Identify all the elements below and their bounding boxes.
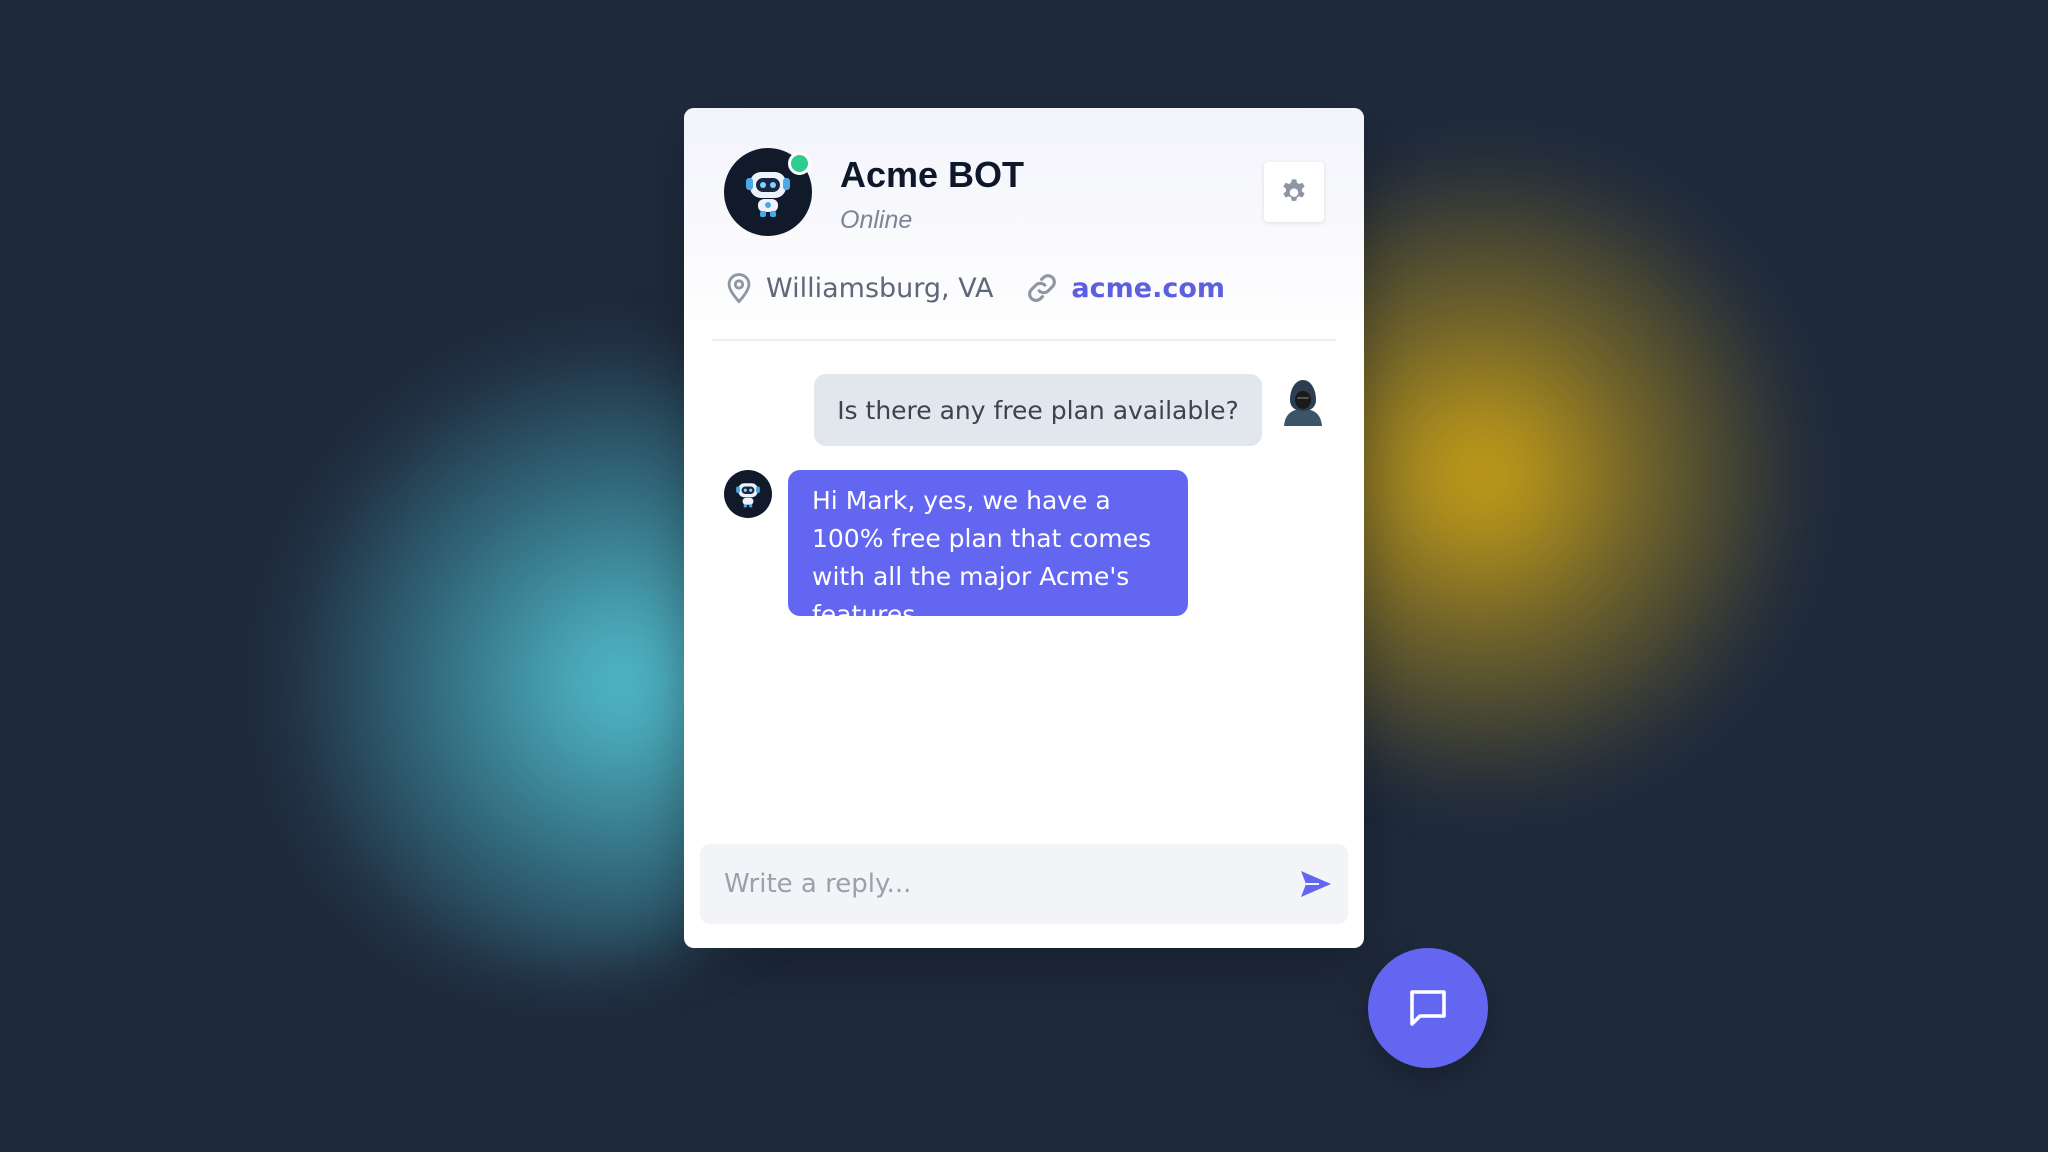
reply-input[interactable]	[724, 844, 1264, 924]
user-avatar	[1278, 376, 1328, 426]
bot-location: Williamsburg, VA	[766, 272, 994, 304]
link-icon	[1025, 271, 1059, 305]
bot-message-avatar	[724, 470, 772, 518]
bot-name: Acme BOT	[840, 154, 1025, 195]
chat-widget: Acme BOT Online Williamsburg, VA acme.co…	[684, 108, 1364, 948]
chat-header: Acme BOT Online Williamsburg, VA acme.co…	[684, 108, 1364, 348]
send-button[interactable]	[1296, 866, 1336, 902]
page-background: Acme BOT Online Williamsburg, VA acme.co…	[0, 0, 2048, 1152]
online-status-dot	[788, 152, 811, 175]
website-link[interactable]: acme.com	[1071, 273, 1225, 304]
bot-meta: Williamsburg, VA acme.com	[722, 268, 1225, 308]
robot-icon	[736, 483, 760, 508]
header-divider	[712, 339, 1336, 341]
reply-composer	[700, 844, 1348, 924]
chat-bubble-icon	[1410, 990, 1446, 1026]
chat-launcher-button[interactable]	[1368, 948, 1488, 1068]
user-message: Is there any free plan available?	[814, 374, 1262, 446]
bot-status: Online	[840, 206, 913, 234]
send-icon	[1301, 871, 1331, 897]
gear-icon	[1283, 179, 1305, 201]
robot-icon	[746, 172, 790, 217]
map-pin-icon	[722, 271, 756, 305]
bot-message: Hi Mark, yes, we have a 100% free plan t…	[788, 470, 1188, 629]
settings-button[interactable]	[1264, 162, 1324, 222]
